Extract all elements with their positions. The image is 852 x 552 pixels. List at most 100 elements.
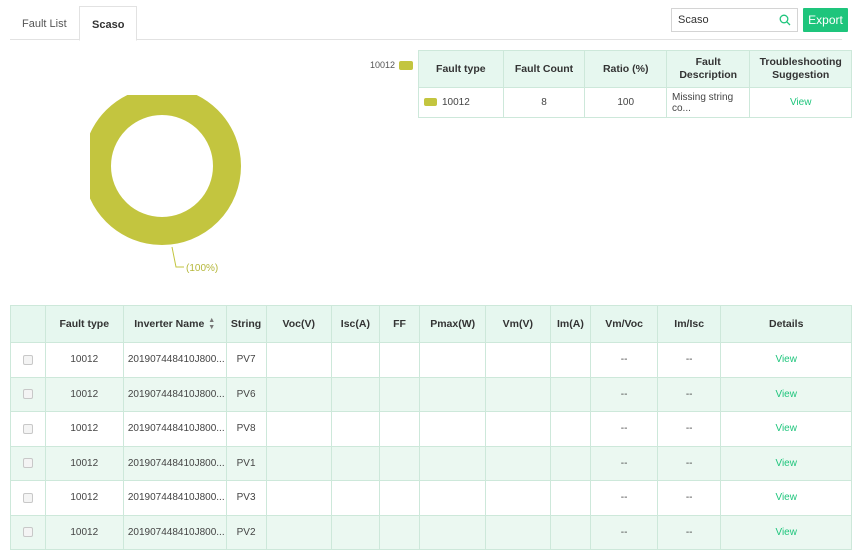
voc-cell [265,342,333,378]
im-isc-cell: -- [656,480,722,516]
details-cell: View [720,514,852,550]
im-isc-cell: -- [656,514,722,550]
im-cell [549,514,592,550]
table-row: 10012 201907448410J800... PV3 -- -- View [10,480,852,516]
slice-leader-line [171,246,184,268]
isc-cell [331,342,380,378]
col-im: Im(A) [549,305,592,343]
pmax-cell [419,342,487,378]
tab-fault-list[interactable]: Fault List [10,6,79,40]
vm-voc-cell: -- [590,342,658,378]
view-details-link[interactable]: View [775,527,797,538]
vm-cell [485,342,551,378]
search-input[interactable] [672,9,772,31]
fault-type-cell: 10012 [44,342,124,378]
select-cell [10,514,46,550]
table-row: 10012 201907448410J800... PV8 -- -- View [10,411,852,447]
fault-type-cell: 10012 [44,445,124,481]
details-cell: View [720,342,852,378]
row-checkbox[interactable] [22,423,33,434]
select-cell [10,445,46,481]
isc-cell [331,480,380,516]
export-button[interactable]: Export [803,8,848,32]
fault-color-swatch [424,98,437,107]
inverter-name-cell: 201907448410J800... [122,376,227,412]
select-cell [10,376,46,412]
details-cell: View [720,480,852,516]
fault-count-cell: 8 [502,87,586,118]
im-isc-cell: -- [656,445,722,481]
vm-cell [485,445,551,481]
view-details-link[interactable]: View [775,354,797,365]
fault-type-value: 10012 [442,97,470,108]
pmax-cell [419,411,487,447]
row-checkbox[interactable] [22,527,33,538]
im-cell [549,411,592,447]
slice-percent-label: (100%) [186,263,218,274]
view-suggestion-link[interactable]: View [790,97,812,108]
ff-cell [378,342,421,378]
string-cell: PV8 [225,411,267,447]
col-select [10,305,46,343]
vm-cell [485,480,551,516]
pie-slice-10012[interactable] [90,95,241,245]
fault-donut-chart: (100%) [90,95,241,274]
search-icon[interactable] [779,14,791,26]
vm-cell [485,411,551,447]
tab-scaso[interactable]: Scaso [79,6,138,41]
inverter-name-cell: 201907448410J800... [122,342,227,378]
im-cell [549,376,592,412]
details-cell: View [720,445,852,481]
row-checkbox[interactable] [22,492,33,503]
fault-type-cell: 10012 [44,376,124,412]
view-details-link[interactable]: View [775,423,797,434]
chart-legend[interactable]: 10012 [370,60,414,70]
row-checkbox[interactable] [22,389,33,400]
legend-label: 10012 [370,60,396,70]
col-troubleshooting: Troubleshooting Suggestion [749,50,852,88]
voc-cell [265,411,333,447]
ff-cell [378,376,421,412]
inverter-name-cell: 201907448410J800... [122,480,227,516]
string-cell: PV3 [225,480,267,516]
vm-voc-cell: -- [590,514,658,550]
inverter-name-cell: 201907448410J800... [122,411,227,447]
im-isc-cell: -- [656,411,722,447]
im-cell [549,480,592,516]
ff-cell [378,445,421,481]
im-isc-cell: -- [656,342,722,378]
select-cell [10,411,46,447]
vm-voc-cell: -- [590,445,658,481]
ff-cell [378,480,421,516]
search-box [671,8,798,32]
view-details-link[interactable]: View [775,492,797,503]
col-fault-type: Fault type [418,50,504,88]
row-checkbox[interactable] [22,458,33,469]
col-vm: Vm(V) [485,305,551,343]
ratio-cell: 100 [584,87,667,118]
string-fault-table: Fault type Inverter Name ▲ ▼ String Voc(V)… [10,305,852,550]
col-string: String [225,305,267,343]
sort-icon[interactable]: ▲ ▼ [208,317,215,331]
row-checkbox[interactable] [22,354,33,365]
select-cell [10,342,46,378]
col-fault-description: Fault Description [665,50,751,88]
inverter-name-cell: 201907448410J800... [122,514,227,550]
im-cell [549,342,592,378]
view-details-link[interactable]: View [775,458,797,469]
legend-swatch [399,60,414,70]
string-cell: PV7 [225,342,267,378]
im-cell [549,445,592,481]
fault-type-cell: 10012 [44,480,124,516]
pmax-cell [419,514,487,550]
string-cell: PV6 [225,376,267,412]
view-details-link[interactable]: View [775,389,797,400]
col-im-isc: Im/Isc [656,305,722,343]
table-row: 10012 8 100 Missing string co... View [418,87,852,118]
col-fault-count: Fault Count [502,50,586,88]
details-cell: View [720,376,852,412]
vm-cell [485,514,551,550]
col-inverter-name[interactable]: Inverter Name ▲ ▼ [122,305,227,343]
select-cell [10,480,46,516]
pmax-cell [419,445,487,481]
